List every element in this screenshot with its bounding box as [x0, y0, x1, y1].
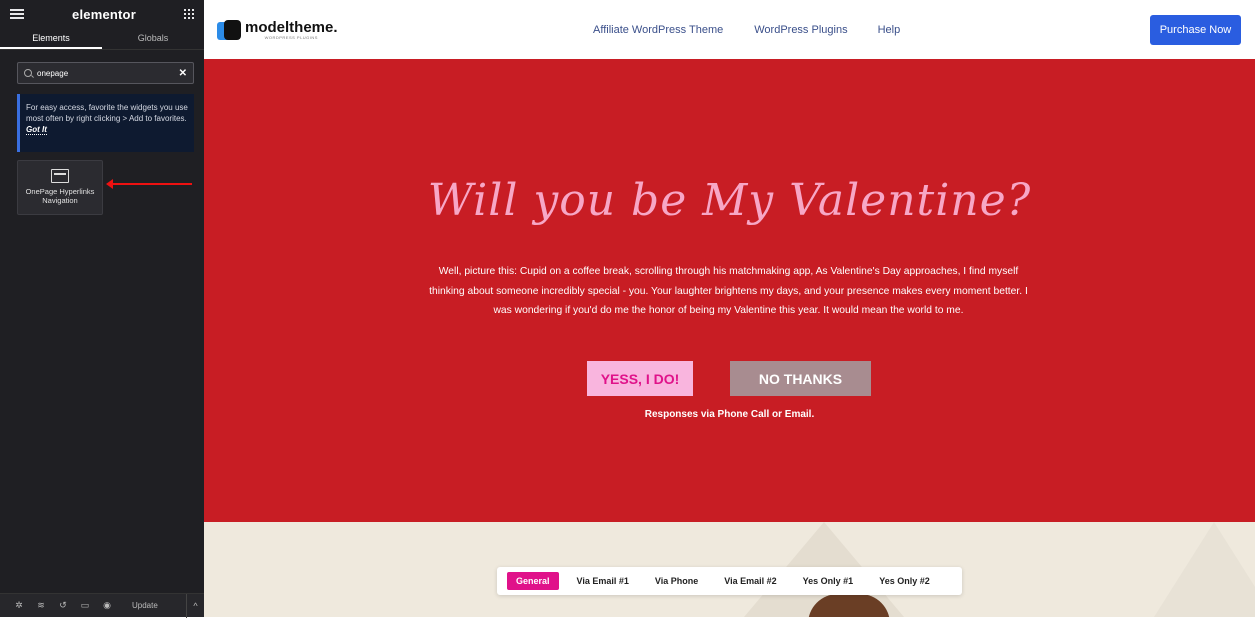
tab-yes-only-1[interactable]: Yes Only #1	[803, 576, 854, 586]
nav-wordpress-plugins[interactable]: WordPress Plugins	[754, 24, 847, 36]
tab-globals[interactable]: Globals	[102, 28, 204, 49]
got-it-link[interactable]: Got It	[26, 125, 47, 135]
site-header: modeltheme. WORDPRESS PLUGINS Affiliate …	[204, 0, 1255, 59]
logo-name: modeltheme.	[245, 19, 338, 36]
tab-via-email-1[interactable]: Via Email #1	[577, 576, 629, 586]
page-preview: modeltheme. WORDPRESS PLUGINS Affiliate …	[204, 0, 1255, 617]
search-input[interactable]	[37, 68, 179, 78]
tab-via-phone[interactable]: Via Phone	[655, 576, 698, 586]
favorites-notice: For easy access, favorite the widgets yo…	[17, 94, 194, 152]
yes-button[interactable]: YESS, I DO!	[587, 361, 693, 396]
red-annotation-arrow	[106, 179, 192, 189]
decorative-triangle	[1154, 522, 1255, 617]
tab-via-email-2[interactable]: Via Email #2	[724, 576, 776, 586]
bottom-section: General Via Email #1 Via Phone Via Email…	[204, 522, 1255, 617]
sidebar-header: elementor	[0, 0, 204, 28]
layers-icon[interactable]: ≋	[30, 600, 52, 611]
eye-icon[interactable]: ◉	[96, 600, 118, 611]
nav-help[interactable]: Help	[878, 24, 901, 36]
purchase-now-button[interactable]: Purchase Now	[1150, 15, 1241, 45]
tab-yes-only-2[interactable]: Yes Only #2	[879, 576, 930, 586]
widget-label: OnePage Hyperlinks Navigation	[25, 187, 95, 205]
hamburger-menu-icon[interactable]	[10, 9, 24, 19]
navigation-widget-icon	[51, 169, 69, 183]
sidebar-footer: ✲ ≋ ↺ ▭ ◉ Update ^	[0, 593, 204, 618]
responsive-icon[interactable]: ▭	[74, 600, 96, 611]
gear-icon[interactable]: ✲	[8, 600, 30, 611]
main-nav: Affiliate WordPress Theme WordPress Plug…	[593, 24, 900, 36]
responses-note: Responses via Phone Call or Email.	[644, 409, 815, 420]
elementor-sidebar: elementor Elements Globals ✕ For easy ac…	[0, 0, 204, 618]
widget-search: ✕	[17, 62, 194, 84]
grid-apps-icon[interactable]	[184, 9, 194, 19]
nav-affiliate-wordpress-theme[interactable]: Affiliate WordPress Theme	[593, 24, 723, 36]
no-thanks-button[interactable]: NO THANKS	[730, 361, 871, 396]
notice-text: For easy access, favorite the widgets yo…	[26, 103, 188, 123]
elementor-logo: elementor	[72, 6, 136, 22]
logo-mark-icon	[217, 18, 241, 42]
hero-section: Will you be My Valentine? Well, picture …	[204, 59, 1255, 522]
chevron-up-icon[interactable]: ^	[186, 593, 204, 618]
tab-elements[interactable]: Elements	[0, 28, 102, 49]
search-icon	[24, 69, 32, 77]
hero-text: Well, picture this: Cupid on a coffee br…	[429, 266, 1028, 316]
widget-onepage-hyperlinks-navigation[interactable]: OnePage Hyperlinks Navigation	[17, 160, 103, 215]
variant-tabs: General Via Email #1 Via Phone Via Email…	[497, 567, 962, 595]
hero-title: Will you be My Valentine?	[427, 175, 1032, 226]
close-icon[interactable]: ✕	[179, 68, 187, 79]
history-icon[interactable]: ↺	[52, 600, 74, 611]
sidebar-tabs: Elements Globals	[0, 28, 204, 50]
tab-general[interactable]: General	[507, 572, 559, 590]
update-button[interactable]: Update	[132, 601, 158, 610]
modeltheme-logo[interactable]: modeltheme. WORDPRESS PLUGINS	[217, 18, 338, 42]
